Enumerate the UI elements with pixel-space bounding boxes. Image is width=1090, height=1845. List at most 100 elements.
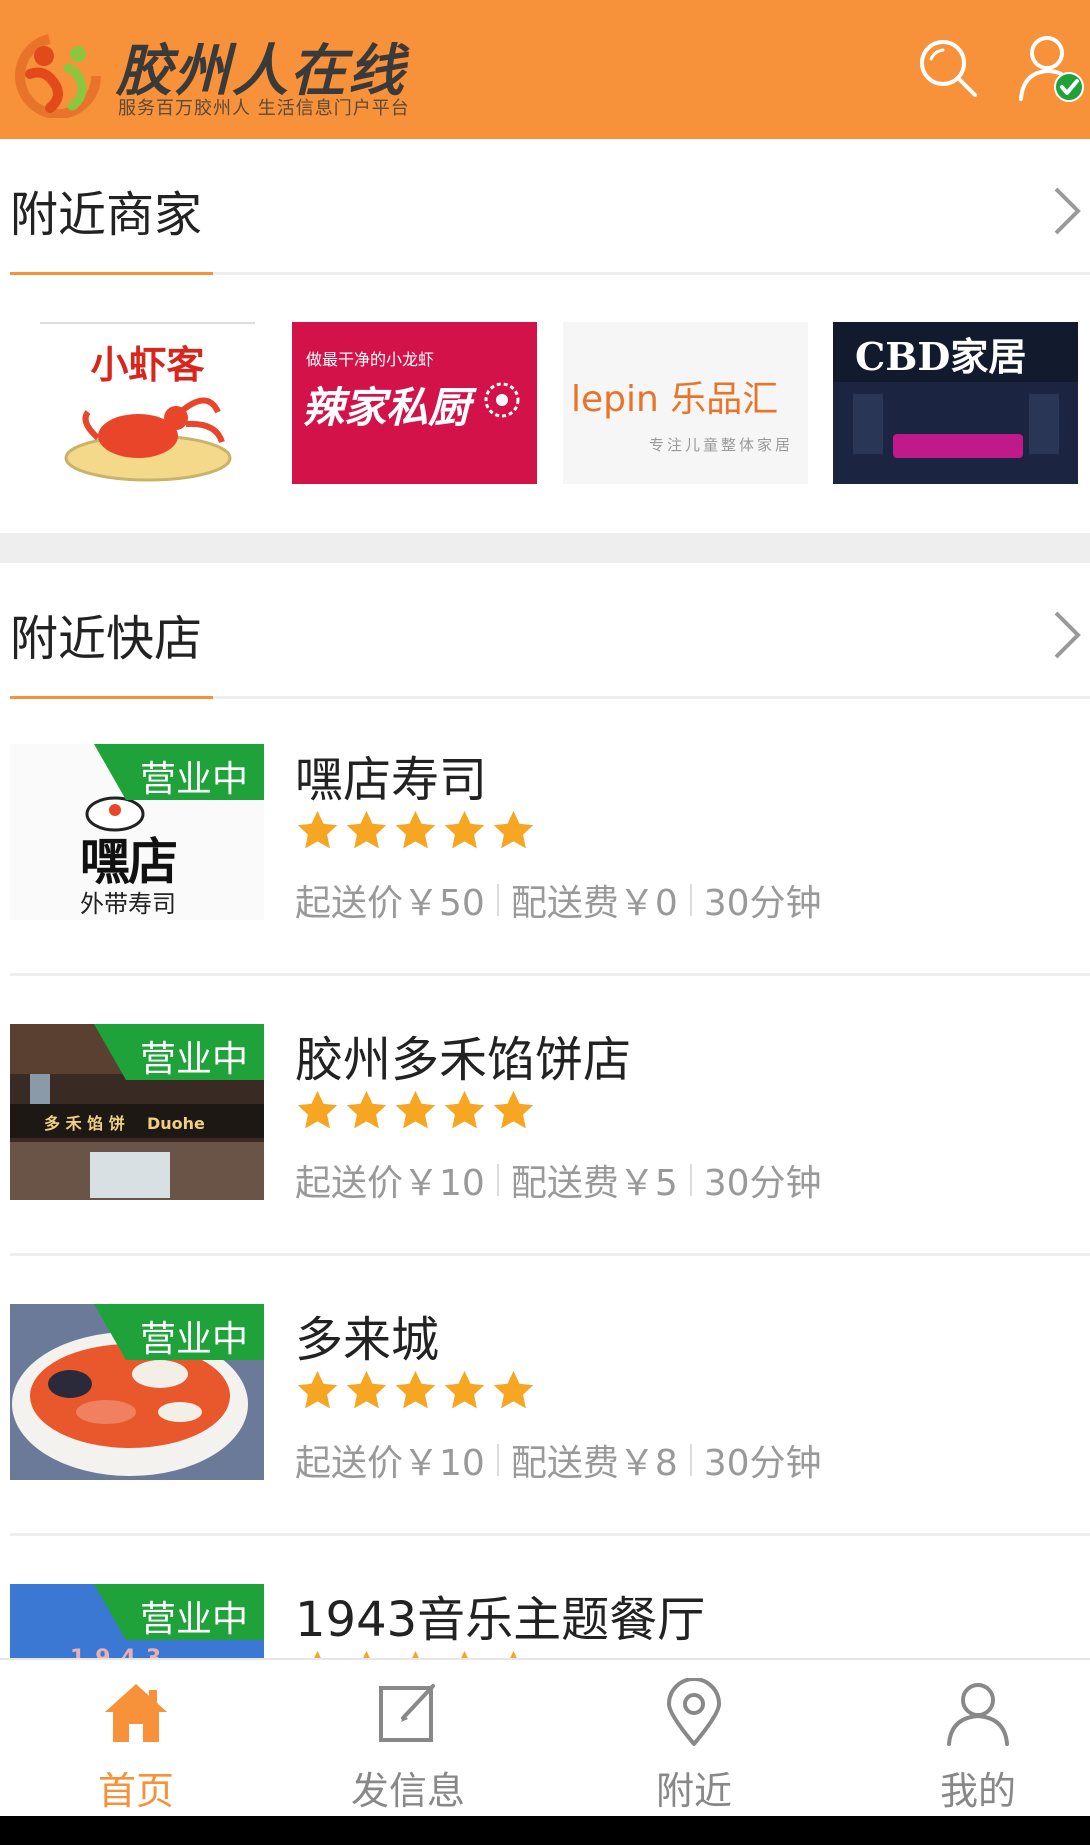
tab-mine[interactable]: 我的 xyxy=(842,1660,1090,1816)
separator xyxy=(496,884,499,916)
shop-image[interactable]: 营业中 xyxy=(10,1304,264,1480)
user-icon xyxy=(947,1683,1009,1746)
search-button[interactable] xyxy=(910,30,986,106)
separator xyxy=(496,1164,499,1196)
lobster-icon xyxy=(64,397,232,482)
shop-list-item[interactable]: 营业中 多来城 起送价￥10 配送费￥8 30分钟 xyxy=(0,1256,1090,1536)
shop-name[interactable]: 胶州多禾馅饼店 xyxy=(295,1020,631,1090)
tab-label: 我的 xyxy=(939,1769,1016,1813)
flower-icon xyxy=(484,382,520,418)
rating-stars xyxy=(295,1648,536,1658)
nearby-fast-header[interactable]: 附近快店 xyxy=(0,563,1090,699)
open-status-badge: 营业中 xyxy=(94,1024,264,1080)
star-icon xyxy=(297,810,338,849)
location-pin-icon xyxy=(667,1678,721,1746)
app-logo[interactable]: 胶州人在线 服务百万胶州人 生活信息门户平台 xyxy=(10,24,430,120)
open-status-text: 营业中 xyxy=(139,1599,248,1640)
shop-image-text: 多 禾 馅 饼 Duohe xyxy=(44,1114,205,1133)
separator xyxy=(496,1444,499,1476)
star-icon xyxy=(395,1090,436,1129)
section-spacer xyxy=(0,533,1090,563)
user-button[interactable] xyxy=(1012,30,1088,106)
logo-mark-icon xyxy=(15,33,101,118)
tab-label: 首页 xyxy=(97,1769,174,1813)
min-order: 起送价￥10 xyxy=(295,1443,485,1484)
star-icon xyxy=(346,810,387,849)
star-icon xyxy=(444,1090,485,1129)
merchant-tile-xiaoxiake[interactable]: 小虾客 xyxy=(40,322,255,484)
chevron-right-icon[interactable] xyxy=(1046,607,1086,663)
nearby-merchants-header[interactable]: 附近商家 xyxy=(0,139,1090,275)
shop-name[interactable]: 嘿店寿司 xyxy=(295,740,487,810)
shop-image-subtext: 外带寿司 xyxy=(80,890,176,918)
separator xyxy=(689,1164,692,1196)
shop-delivery-info: 起送价￥10 配送费￥8 30分钟 xyxy=(295,1434,822,1486)
section-accent-underline xyxy=(10,272,213,275)
star-icon xyxy=(493,810,534,849)
star-icon xyxy=(346,1090,387,1129)
open-status-badge: 营业中 xyxy=(94,1304,264,1360)
shop-image[interactable]: 嘿店 外带寿司 营业中 xyxy=(10,744,264,920)
star-icon xyxy=(444,810,485,849)
star-icon xyxy=(444,1370,485,1409)
rating-stars xyxy=(295,1368,536,1413)
merchant-logo-text: 辣家私厨 xyxy=(302,383,471,432)
search-icon xyxy=(920,40,977,97)
nearby-fast-title: 附近快店 xyxy=(10,611,203,667)
tab-home[interactable]: 首页 xyxy=(0,1660,272,1816)
delivery-fee: 配送费￥8 xyxy=(510,1443,678,1484)
merchant-tile-lajiasichu[interactable]: 做最干净的小龙虾 辣家私厨 xyxy=(292,322,537,484)
shop-name[interactable]: 多来城 xyxy=(295,1300,439,1370)
star-icon xyxy=(395,1370,436,1409)
merchant-tagline: 专注儿童整体家居 xyxy=(649,436,794,454)
rating-stars xyxy=(295,1088,536,1133)
nearby-merchants-title: 附近商家 xyxy=(10,187,203,243)
merchant-tile-cbd[interactable]: CBD家居 xyxy=(833,322,1078,484)
shop-list-item[interactable]: 嘿店 外带寿司 营业中 嘿店寿司 起送价￥50 配送费￥0 30分钟 xyxy=(0,696,1090,976)
edit-icon xyxy=(379,1684,435,1742)
star-icon xyxy=(363,1650,370,1658)
tab-post[interactable]: 发信息 xyxy=(272,1660,544,1816)
storefront-window xyxy=(30,1074,50,1104)
storefront-door xyxy=(90,1152,170,1198)
chevron-right-icon[interactable] xyxy=(1046,183,1086,239)
star-icon xyxy=(314,1650,321,1658)
min-order: 起送价￥10 xyxy=(295,1163,485,1204)
tab-label: 发信息 xyxy=(350,1769,465,1813)
star-icon xyxy=(493,1370,534,1409)
shop-list-item[interactable]: 多 禾 馅 饼 Duohe 营业中 胶州多禾馅饼店 起送价￥10 配送费￥5 3… xyxy=(0,976,1090,1256)
storefront-window xyxy=(853,394,883,454)
merchant-tagline: 做最干净的小龙虾 xyxy=(306,350,435,369)
storefront-window xyxy=(1029,394,1059,454)
star-icon xyxy=(412,1650,419,1658)
star-icon xyxy=(297,1370,338,1409)
shop-list-item[interactable]: 1943 营业中 1943音乐主题餐厅 xyxy=(0,1536,1090,1658)
delivery-time: 30分钟 xyxy=(703,1443,822,1484)
merchant-logo-text: lepin 乐品汇 xyxy=(571,379,779,420)
star-icon xyxy=(461,1650,468,1658)
tab-label: 附近 xyxy=(655,1769,732,1813)
delivery-time: 30分钟 xyxy=(703,1163,822,1204)
merchant-tile-lepin[interactable]: lepin 乐品汇 专注儿童整体家居 xyxy=(563,322,808,484)
open-status-text: 营业中 xyxy=(139,1039,248,1080)
shop-image[interactable]: 多 禾 馅 饼 Duohe 营业中 xyxy=(10,1024,264,1200)
star-icon xyxy=(297,1090,338,1129)
shop-delivery-info: 起送价￥50 配送费￥0 30分钟 xyxy=(295,874,822,926)
home-icon xyxy=(105,1684,167,1742)
app-header: 胶州人在线 服务百万胶州人 生活信息门户平台 xyxy=(0,0,1090,139)
open-status-badge: 营业中 xyxy=(94,1584,264,1640)
tab-nearby[interactable]: 附近 xyxy=(558,1660,830,1816)
shop-image[interactable]: 1943 营业中 xyxy=(10,1584,264,1658)
bottom-tab-bar: 首页 发信息 附近 我的 xyxy=(0,1658,1090,1816)
star-icon xyxy=(395,810,436,849)
user-verified-icon xyxy=(1019,36,1084,102)
separator xyxy=(689,884,692,916)
star-icon xyxy=(510,1650,517,1658)
shop-delivery-info: 起送价￥10 配送费￥5 30分钟 xyxy=(295,1154,822,1206)
merchant-carousel[interactable]: 小虾客 做最干净的小龙虾 辣家私厨 lepin 乐品汇 专注儿童整体家居 CBD… xyxy=(0,322,1090,484)
shop-name[interactable]: 1943音乐主题餐厅 xyxy=(295,1580,705,1650)
shop-image-text: 1943 xyxy=(70,1646,171,1658)
star-icon xyxy=(493,1090,534,1129)
separator xyxy=(689,1444,692,1476)
storefront-sofa xyxy=(893,434,1023,458)
